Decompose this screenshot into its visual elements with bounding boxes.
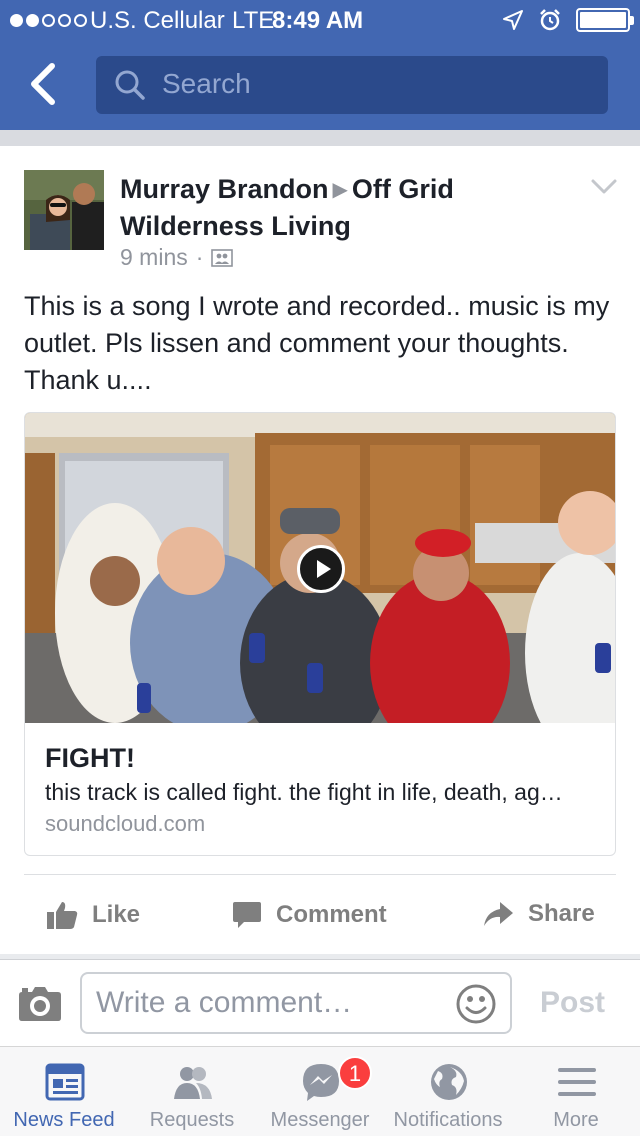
messenger-unread-badge: 1 xyxy=(338,1056,372,1090)
battery-icon xyxy=(576,8,634,32)
news-feed-icon xyxy=(45,1063,85,1101)
camera-icon[interactable] xyxy=(18,984,62,1022)
divider xyxy=(24,874,616,875)
triangle-right-icon: ▶ xyxy=(332,179,348,201)
link-preview-image[interactable] xyxy=(25,413,615,723)
post-message: This is a song I wrote and recorded.. mu… xyxy=(24,291,610,395)
search-input[interactable]: Search xyxy=(96,56,608,114)
comment-label: Comment xyxy=(276,901,387,928)
globe-icon xyxy=(431,1064,467,1100)
search-placeholder: Search xyxy=(162,68,251,99)
share-button[interactable]: Share xyxy=(482,900,595,928)
avatar[interactable] xyxy=(24,170,104,250)
like-button[interactable]: Like xyxy=(46,900,140,930)
tab-label: Notifications xyxy=(393,1109,503,1131)
tab-news-feed[interactable]: News Feed xyxy=(0,1047,128,1136)
signal-strength-icon xyxy=(10,14,87,27)
comment-bubble-icon xyxy=(233,902,261,928)
tab-requests[interactable]: Requests xyxy=(128,1047,256,1136)
search-icon xyxy=(115,70,145,100)
chevron-left-icon xyxy=(31,63,55,105)
link-domain: soundcloud.com xyxy=(45,811,206,836)
tab-more[interactable]: More xyxy=(512,1047,640,1136)
meta-dot: · xyxy=(195,244,204,270)
tab-label: News Feed xyxy=(13,1109,115,1131)
friend-requests-icon xyxy=(174,1067,212,1099)
thumbs-up-icon xyxy=(47,902,78,929)
link-description: this track is called fight. the fight in… xyxy=(45,779,563,805)
feed-separator xyxy=(0,130,640,146)
link-title: FIGHT! xyxy=(45,743,135,773)
messenger-icon xyxy=(303,1064,339,1101)
post-options-chevron-icon[interactable] xyxy=(590,178,618,196)
group-icon xyxy=(211,248,234,267)
network-type: LTE xyxy=(232,7,275,34)
like-label: Like xyxy=(92,901,141,928)
post-timestamp[interactable]: 9 mins xyxy=(120,244,188,271)
comment-button[interactable]: Comment xyxy=(232,900,387,930)
comment-placeholder: Write a comment… xyxy=(96,986,353,1019)
tab-label: Messenger xyxy=(270,1109,370,1131)
location-arrow-icon xyxy=(503,10,523,30)
status-time: 8:49 AM xyxy=(272,7,364,34)
divider xyxy=(0,959,640,960)
top-navigation-bar: U.S. Cellular LTE 8:49 AM Search xyxy=(0,0,640,130)
author-name[interactable]: Murray Brandon xyxy=(120,174,329,204)
back-button[interactable] xyxy=(24,60,64,108)
share-label: Share xyxy=(528,900,595,927)
play-button[interactable] xyxy=(297,545,345,593)
avatar-photo xyxy=(24,170,104,250)
post-actions: Like Comment Share xyxy=(0,890,640,944)
post-comment-button[interactable]: Post xyxy=(540,986,605,1020)
carrier-name: U.S. Cellular xyxy=(90,7,225,34)
tab-label: More xyxy=(553,1109,599,1131)
share-arrow-icon xyxy=(484,902,513,926)
comment-input[interactable]: Write a comment… xyxy=(80,972,512,1034)
post-meta: 9 mins · xyxy=(120,244,234,271)
menu-icon xyxy=(558,1068,596,1096)
emoji-smile-icon[interactable] xyxy=(456,984,496,1024)
status-bar: U.S. Cellular LTE 8:49 AM xyxy=(0,0,640,40)
alarm-icon xyxy=(540,9,560,31)
link-preview-card[interactable]: FIGHT! this track is called fight. the f… xyxy=(24,412,616,856)
post-author-line: Murray Brandon ▶ Off Grid Wilderness Livin… xyxy=(120,172,560,243)
tab-label: Requests xyxy=(149,1109,235,1131)
bottom-tab-bar: News Feed Requests Messenger Notificatio… xyxy=(0,1046,640,1136)
tab-notifications[interactable]: Notifications xyxy=(384,1047,512,1136)
